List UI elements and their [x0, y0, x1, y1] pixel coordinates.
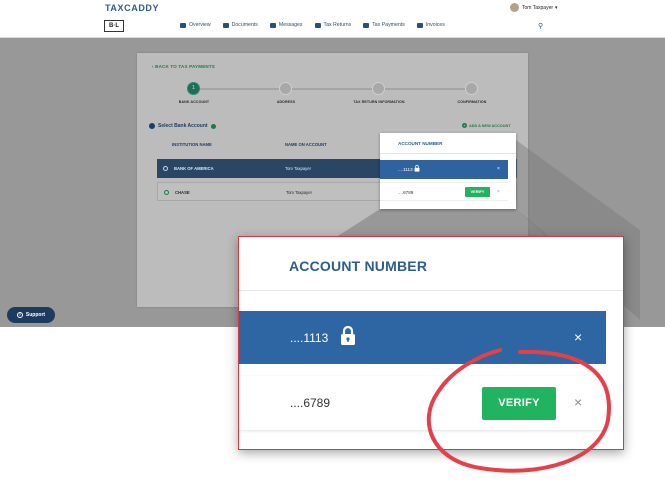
messages-icon — [269, 22, 276, 28]
step-1-dot: 1 — [187, 82, 200, 95]
step-label-tax-return-information: TAX RETURN INFORMATION — [353, 100, 405, 104]
column-name-on-account: NAME ON ACCOUNT — [285, 142, 327, 147]
add-new-account-link[interactable]: + ADD A NEW ACCOUNT — [462, 123, 511, 128]
account-number-header: ACCOUNT NUMBER — [289, 258, 428, 274]
account-number-popup: ACCOUNT NUMBER ....1113 × ....6789 VERIF… — [380, 133, 516, 209]
search-icon[interactable]: ⚲ — [538, 22, 543, 30]
step-3-dot — [372, 82, 385, 95]
user-menu[interactable]: Tom Taxpayer ▾ — [510, 3, 558, 12]
zoomed-account-number-popup: ACCOUNT NUMBER ....1113 × ....6789 VERIF… — [238, 236, 624, 450]
close-icon[interactable]: × — [574, 394, 582, 410]
account-row-unverified[interactable]: ....6789 VERIFY × — [380, 182, 508, 201]
step-label-bank-account: BANK ACCOUNT — [178, 100, 210, 104]
help-icon[interactable] — [210, 123, 216, 129]
chevron-down-icon: ▾ — [555, 4, 558, 11]
taxcaddy-logo[interactable]: TAXCADDY — [105, 3, 159, 13]
step-2-dot — [279, 82, 292, 95]
account-row-unverified[interactable]: ....6789 VERIFY × — [239, 376, 606, 430]
help-icon: ? — [16, 312, 23, 318]
close-icon[interactable]: × — [497, 189, 500, 195]
avatar — [510, 3, 519, 12]
close-icon[interactable]: × — [574, 329, 582, 345]
top-header: TAXCADDY Tom Taxpayer ▾ B·L Overview Doc… — [0, 0, 665, 38]
home-icon — [180, 22, 186, 28]
nav-tax-payments[interactable]: Tax Payments — [363, 22, 405, 28]
step-4-dot — [465, 82, 478, 95]
verify-button[interactable]: VERIFY — [482, 387, 556, 420]
support-button[interactable]: ? Support — [7, 307, 55, 323]
nav-documents[interactable]: Documents — [222, 22, 258, 28]
nav-messages[interactable]: Messages — [269, 22, 303, 28]
step-label-address: ADDRESS — [276, 100, 296, 104]
account-number-header: ACCOUNT NUMBER — [398, 141, 443, 146]
verify-button[interactable]: VERIFY — [465, 187, 490, 197]
account-row-selected[interactable]: ....1113 × — [239, 311, 606, 364]
account-row-selected[interactable]: ....1113 × — [380, 160, 508, 179]
stepper-line — [194, 88, 472, 90]
firm-logo: B·L — [104, 20, 124, 32]
close-icon[interactable]: × — [497, 166, 500, 172]
dollar-icon — [363, 22, 370, 28]
nav-invoices[interactable]: Invoices — [416, 22, 445, 28]
nav-tax-returns[interactable]: Tax Returns — [314, 22, 351, 28]
plus-icon: + — [462, 123, 467, 128]
bank-icon — [149, 123, 155, 129]
section-title: Select Bank Account — [149, 123, 216, 129]
user-name: Tom Taxpayer — [522, 4, 554, 11]
radio-button[interactable] — [164, 190, 169, 195]
back-to-tax-payments-link[interactable]: ‹ BACK TO TAX PAYMENTS — [152, 64, 215, 69]
radio-button[interactable] — [163, 166, 168, 171]
main-nav: Overview Documents Messages Tax Returns … — [180, 22, 457, 28]
tax-returns-icon — [314, 22, 321, 28]
column-institution-name: INSTITUTION NAME — [172, 142, 212, 147]
lock-icon — [341, 326, 355, 345]
step-label-confirmation: CONFIRMATION — [457, 100, 487, 104]
lock-icon — [414, 165, 420, 172]
nav-overview[interactable]: Overview — [180, 22, 211, 28]
invoice-icon — [416, 22, 423, 28]
documents-icon — [222, 22, 229, 28]
